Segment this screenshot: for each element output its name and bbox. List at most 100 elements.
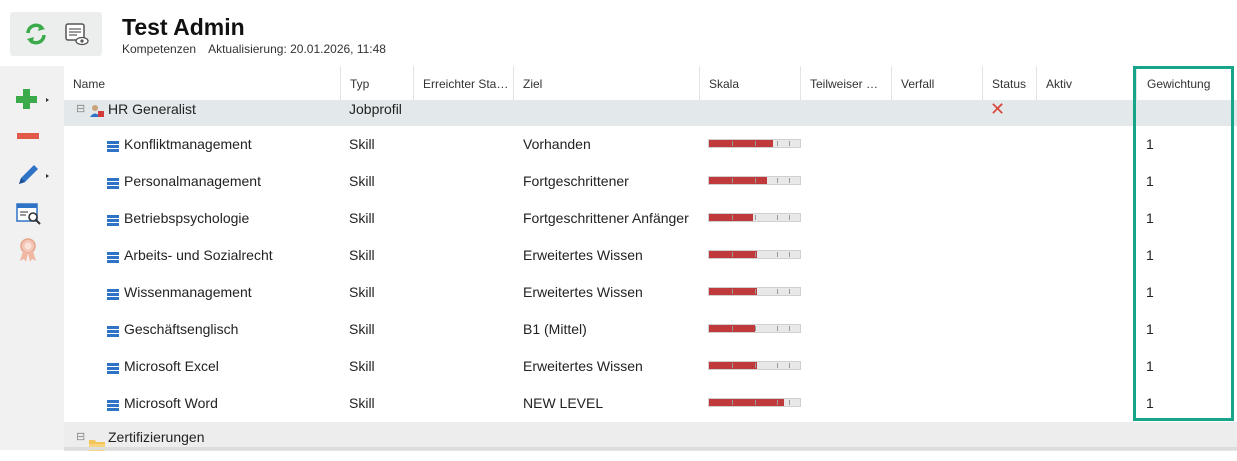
scale-tick (732, 178, 733, 183)
skill-level-bar (708, 361, 801, 370)
col-header-teilweiser[interactable]: Teilweiser … (801, 66, 892, 100)
table-row[interactable]: Microsoft Excel Skill Erweitertes Wissen 1 (64, 348, 1237, 386)
skill-target: Erweitertes Wissen (523, 247, 643, 263)
scale-tick (777, 326, 778, 331)
status-error-icon: ✕ (990, 99, 1006, 119)
group-row-jobprofile[interactable]: ⊟ HR Generalist Jobprofil ✕ (64, 100, 1237, 126)
scale-tick (777, 215, 778, 220)
skill-icon (107, 361, 119, 374)
edit-icon[interactable] (14, 162, 49, 190)
remove-icon[interactable] (14, 123, 46, 151)
skill-level-bar (708, 139, 801, 148)
skill-level-fill (709, 140, 773, 147)
skill-icon (107, 213, 119, 226)
skill-level-bar (708, 324, 801, 333)
skill-level-fill (709, 177, 767, 184)
table-row[interactable]: Personalmanagement Skill Fortgeschrittener… (64, 163, 1237, 201)
left-toolbar (0, 66, 64, 450)
add-icon[interactable] (14, 86, 49, 114)
col-header-typ[interactable]: Typ (341, 66, 414, 100)
scale-tick (732, 400, 733, 405)
col-header-gewichtung[interactable]: Gewichtung (1137, 66, 1237, 100)
top-bar: Test Admin Kompetenzen Aktualisierung: 20… (0, 0, 1237, 66)
skill-type: Skill (349, 358, 375, 374)
skill-type: Skill (349, 284, 375, 300)
scale-tick (755, 400, 756, 405)
table-row[interactable]: Arbeits- und Sozialrecht Skill Erweitertes… (64, 237, 1237, 275)
certificate-icon[interactable] (14, 236, 46, 264)
skill-level-bar (708, 287, 801, 296)
scale-tick (755, 326, 756, 331)
table-row[interactable]: Microsoft Word Skill NEW LEVEL 1 (64, 385, 1237, 423)
scale-tick (732, 141, 733, 146)
page-subtitle: Kompetenzen Aktualisierung: 20.01.2026, 1… (122, 42, 398, 56)
skill-name: Microsoft Word (124, 395, 218, 411)
scale-tick (789, 363, 790, 368)
toolbar-icon-box (10, 12, 102, 56)
col-header-status[interactable]: Status (983, 66, 1037, 100)
skill-name: Microsoft Excel (124, 358, 219, 374)
group-name: Zertifizierungen (108, 429, 205, 445)
update-timestamp: Aktualisierung: 20.01.2026, 11:48 (208, 42, 386, 56)
refresh-icon[interactable] (22, 20, 50, 48)
table-row[interactable]: Wissenmanagement Skill Erweitertes Wissen 1 (64, 274, 1237, 312)
skill-level-fill (709, 362, 757, 369)
scale-tick (755, 178, 756, 183)
skill-level-bar (708, 398, 801, 407)
skill-target: Vorhanden (523, 136, 591, 152)
user-profile-icon (89, 104, 105, 118)
scale-tick (789, 215, 790, 220)
scale-tick (789, 252, 790, 257)
col-header-aktiv[interactable]: Aktiv (1037, 66, 1137, 100)
col-header-erreichter-stand[interactable]: Erreichter Sta… (414, 66, 514, 100)
scale-tick (777, 252, 778, 257)
scale-tick (755, 363, 756, 368)
scale-tick (777, 178, 778, 183)
collapse-toggle-icon[interactable]: ⊟ (76, 100, 85, 126)
skill-weight: 1 (1146, 395, 1154, 411)
skill-icon (107, 287, 119, 300)
skill-weight: 1 (1146, 358, 1154, 374)
collapse-toggle-icon[interactable]: ⊟ (76, 422, 85, 450)
skill-icon (107, 250, 119, 263)
skill-type: Skill (349, 395, 375, 411)
skill-level-fill (709, 251, 757, 258)
skill-target: Fortgeschrittener Anfänger (523, 210, 689, 226)
table-row[interactable]: Betriebspsychologie Skill Fortgeschrittene… (64, 200, 1237, 238)
skill-target: Erweitertes Wissen (523, 284, 643, 300)
scale-tick (777, 289, 778, 294)
scale-tick (789, 289, 790, 294)
skill-weight: 1 (1146, 136, 1154, 152)
table-row[interactable]: Geschäftsenglisch Skill B1 (Mittel) 1 (64, 311, 1237, 349)
scale-tick (777, 141, 778, 146)
col-header-verfall[interactable]: Verfall (892, 66, 983, 100)
skill-name: Geschäftsenglisch (124, 321, 239, 337)
col-header-ziel[interactable]: Ziel (514, 66, 700, 100)
scale-tick (732, 252, 733, 257)
skill-type: Skill (349, 136, 375, 152)
col-header-name[interactable]: Name (64, 66, 341, 100)
module-label: Kompetenzen (122, 42, 197, 56)
page-title: Test Admin (122, 14, 245, 40)
table-row[interactable]: Konfliktmanagement Skill Vorhanden 1 (64, 126, 1237, 164)
scale-tick (732, 215, 733, 220)
col-header-skala[interactable]: Skala (700, 66, 801, 100)
scale-tick (732, 326, 733, 331)
scale-tick (755, 215, 756, 220)
skill-icon (107, 324, 119, 337)
skill-level-fill (709, 288, 757, 295)
skill-type: Skill (349, 173, 375, 189)
skill-name: Arbeits- und Sozialrecht (124, 247, 273, 263)
skill-icon (107, 176, 119, 189)
search-details-icon[interactable] (14, 200, 46, 228)
scale-tick (777, 400, 778, 405)
scale-tick (755, 252, 756, 257)
scale-tick (755, 289, 756, 294)
skill-type: Skill (349, 210, 375, 226)
scale-tick (755, 141, 756, 146)
competency-grid: Name Typ Erreichter Sta… Ziel Skala Teil… (64, 66, 1237, 451)
skill-type: Skill (349, 247, 375, 263)
group-type: Jobprofil (349, 101, 402, 117)
preview-icon[interactable] (62, 20, 90, 48)
scale-tick (777, 363, 778, 368)
